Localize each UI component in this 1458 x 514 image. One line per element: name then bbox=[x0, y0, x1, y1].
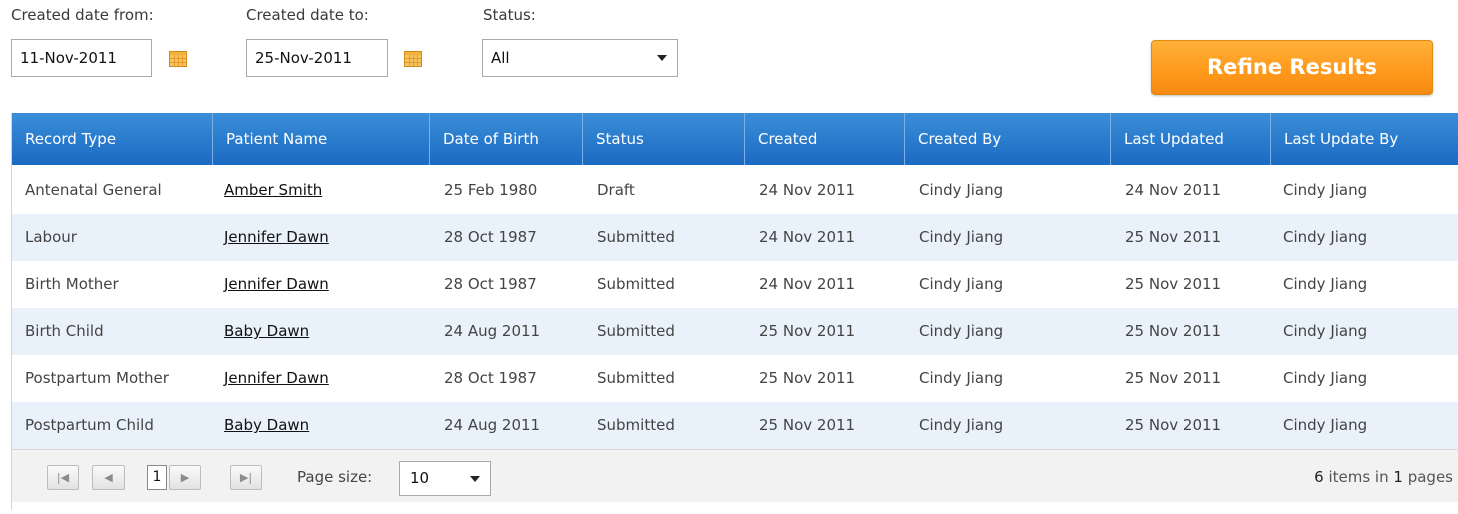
created-cell: 24 Nov 2011 bbox=[759, 228, 856, 246]
patient-name-link[interactable]: Jennifer Dawn bbox=[224, 214, 329, 261]
date-from-label: Created date from: bbox=[11, 6, 154, 24]
status-cell: Submitted bbox=[597, 228, 675, 246]
date-of-birth-cell: 28 Oct 1987 bbox=[444, 369, 537, 387]
column-header-last-updated[interactable]: Last Updated bbox=[1110, 113, 1270, 165]
status-cell: Draft bbox=[597, 181, 635, 199]
last-updated-cell: 25 Nov 2011 bbox=[1125, 322, 1222, 340]
column-header-record-type[interactable]: Record Type bbox=[12, 113, 212, 165]
created-cell: 25 Nov 2011 bbox=[759, 322, 856, 340]
column-header-date-of-birth[interactable]: Date of Birth bbox=[429, 113, 582, 165]
record-type-cell: Birth Child bbox=[25, 322, 104, 340]
last-update-by-cell: Cindy Jiang bbox=[1283, 369, 1368, 387]
patient-name-link[interactable]: Baby Dawn bbox=[224, 308, 309, 355]
created-by-cell: Cindy Jiang bbox=[919, 228, 1004, 246]
status-label: Status: bbox=[483, 6, 536, 24]
created-by-cell: Cindy Jiang bbox=[919, 181, 1004, 199]
pages-text: pages bbox=[1407, 468, 1453, 486]
calendar-icon[interactable] bbox=[169, 51, 187, 67]
patient-name-link[interactable]: Jennifer Dawn bbox=[224, 355, 329, 402]
items-in-text: items in bbox=[1328, 468, 1389, 486]
calendar-icon[interactable] bbox=[404, 51, 422, 67]
patient-name-link[interactable]: Baby Dawn bbox=[224, 402, 309, 449]
chevron-down-icon bbox=[657, 55, 667, 61]
last-update-by-cell: Cindy Jiang bbox=[1283, 275, 1368, 293]
prev-page-icon[interactable]: ◀ bbox=[92, 465, 125, 490]
date-of-birth-cell: 24 Aug 2011 bbox=[444, 416, 541, 434]
last-updated-cell: 25 Nov 2011 bbox=[1125, 275, 1222, 293]
last-updated-cell: 25 Nov 2011 bbox=[1125, 369, 1222, 387]
last-updated-cell: 25 Nov 2011 bbox=[1125, 228, 1222, 246]
records-grid: Record Type Patient Name Date of Birth S… bbox=[11, 113, 1458, 510]
created-cell: 25 Nov 2011 bbox=[759, 369, 856, 387]
patient-name-link[interactable]: Amber Smith bbox=[224, 167, 322, 214]
page-size-value: 10 bbox=[410, 469, 430, 487]
created-cell: 24 Nov 2011 bbox=[759, 181, 856, 199]
table-row[interactable]: Antenatal General Amber Smith 25 Feb 198… bbox=[12, 167, 1458, 214]
column-header-created[interactable]: Created bbox=[744, 113, 904, 165]
last-updated-cell: 25 Nov 2011 bbox=[1125, 416, 1222, 434]
date-of-birth-cell: 25 Feb 1980 bbox=[444, 181, 538, 199]
column-header-status[interactable]: Status bbox=[582, 113, 744, 165]
created-cell: 24 Nov 2011 bbox=[759, 275, 856, 293]
date-from-input[interactable]: 11-Nov-2011 bbox=[11, 39, 152, 77]
page-count: 1 bbox=[1393, 468, 1403, 486]
table-row[interactable]: Labour Jennifer Dawn 28 Oct 1987 Submitt… bbox=[12, 214, 1458, 261]
status-cell: Submitted bbox=[597, 369, 675, 387]
created-by-cell: Cindy Jiang bbox=[919, 322, 1004, 340]
date-of-birth-cell: 24 Aug 2011 bbox=[444, 322, 541, 340]
current-page-input[interactable]: 1 bbox=[147, 465, 167, 490]
created-by-cell: Cindy Jiang bbox=[919, 369, 1004, 387]
created-cell: 25 Nov 2011 bbox=[759, 416, 856, 434]
column-header-patient-name[interactable]: Patient Name bbox=[212, 113, 429, 165]
next-page-icon[interactable]: ▶ bbox=[169, 465, 201, 490]
date-to-label: Created date to: bbox=[246, 6, 369, 24]
status-cell: Submitted bbox=[597, 275, 675, 293]
status-cell: Submitted bbox=[597, 416, 675, 434]
item-count: 6 bbox=[1314, 468, 1324, 486]
chevron-down-icon bbox=[470, 476, 480, 482]
last-update-by-cell: Cindy Jiang bbox=[1283, 416, 1368, 434]
page-size-label: Page size: bbox=[297, 468, 373, 486]
table-row[interactable]: Birth Child Baby Dawn 24 Aug 2011 Submit… bbox=[12, 308, 1458, 355]
column-header-created-by[interactable]: Created By bbox=[904, 113, 1110, 165]
record-type-cell: Birth Mother bbox=[25, 275, 119, 293]
table-row[interactable]: Postpartum Child Baby Dawn 24 Aug 2011 S… bbox=[12, 402, 1458, 449]
date-of-birth-cell: 28 Oct 1987 bbox=[444, 228, 537, 246]
refine-results-button[interactable]: Refine Results bbox=[1151, 40, 1433, 95]
table-row[interactable]: Postpartum Mother Jennifer Dawn 28 Oct 1… bbox=[12, 355, 1458, 402]
grid-pager: |◀ ◀ 1 ▶ ▶| Page size: 10 6 items in 1 p… bbox=[12, 449, 1458, 502]
created-by-cell: Cindy Jiang bbox=[919, 275, 1004, 293]
table-row[interactable]: Birth Mother Jennifer Dawn 28 Oct 1987 S… bbox=[12, 261, 1458, 308]
last-update-by-cell: Cindy Jiang bbox=[1283, 322, 1368, 340]
record-type-cell: Antenatal General bbox=[25, 181, 162, 199]
record-type-cell: Labour bbox=[25, 228, 77, 246]
date-to-input[interactable]: 25-Nov-2011 bbox=[246, 39, 388, 77]
patient-name-link[interactable]: Jennifer Dawn bbox=[224, 261, 329, 308]
record-type-cell: Postpartum Mother bbox=[25, 369, 169, 387]
last-page-icon[interactable]: ▶| bbox=[230, 465, 262, 490]
page-size-select[interactable]: 10 bbox=[399, 461, 491, 496]
pager-info: 6 items in 1 pages bbox=[1314, 465, 1453, 490]
last-update-by-cell: Cindy Jiang bbox=[1283, 228, 1368, 246]
last-update-by-cell: Cindy Jiang bbox=[1283, 181, 1368, 199]
grid-header: Record Type Patient Name Date of Birth S… bbox=[12, 113, 1458, 165]
status-select[interactable]: All bbox=[482, 39, 678, 77]
date-of-birth-cell: 28 Oct 1987 bbox=[444, 275, 537, 293]
status-select-value: All bbox=[491, 49, 510, 67]
first-page-icon[interactable]: |◀ bbox=[47, 465, 79, 490]
record-type-cell: Postpartum Child bbox=[25, 416, 154, 434]
column-header-last-update-by[interactable]: Last Update By bbox=[1270, 113, 1458, 165]
created-by-cell: Cindy Jiang bbox=[919, 416, 1004, 434]
status-cell: Submitted bbox=[597, 322, 675, 340]
last-updated-cell: 24 Nov 2011 bbox=[1125, 181, 1222, 199]
records-search-page: Created date from: 11-Nov-2011 Created d… bbox=[0, 0, 1458, 514]
